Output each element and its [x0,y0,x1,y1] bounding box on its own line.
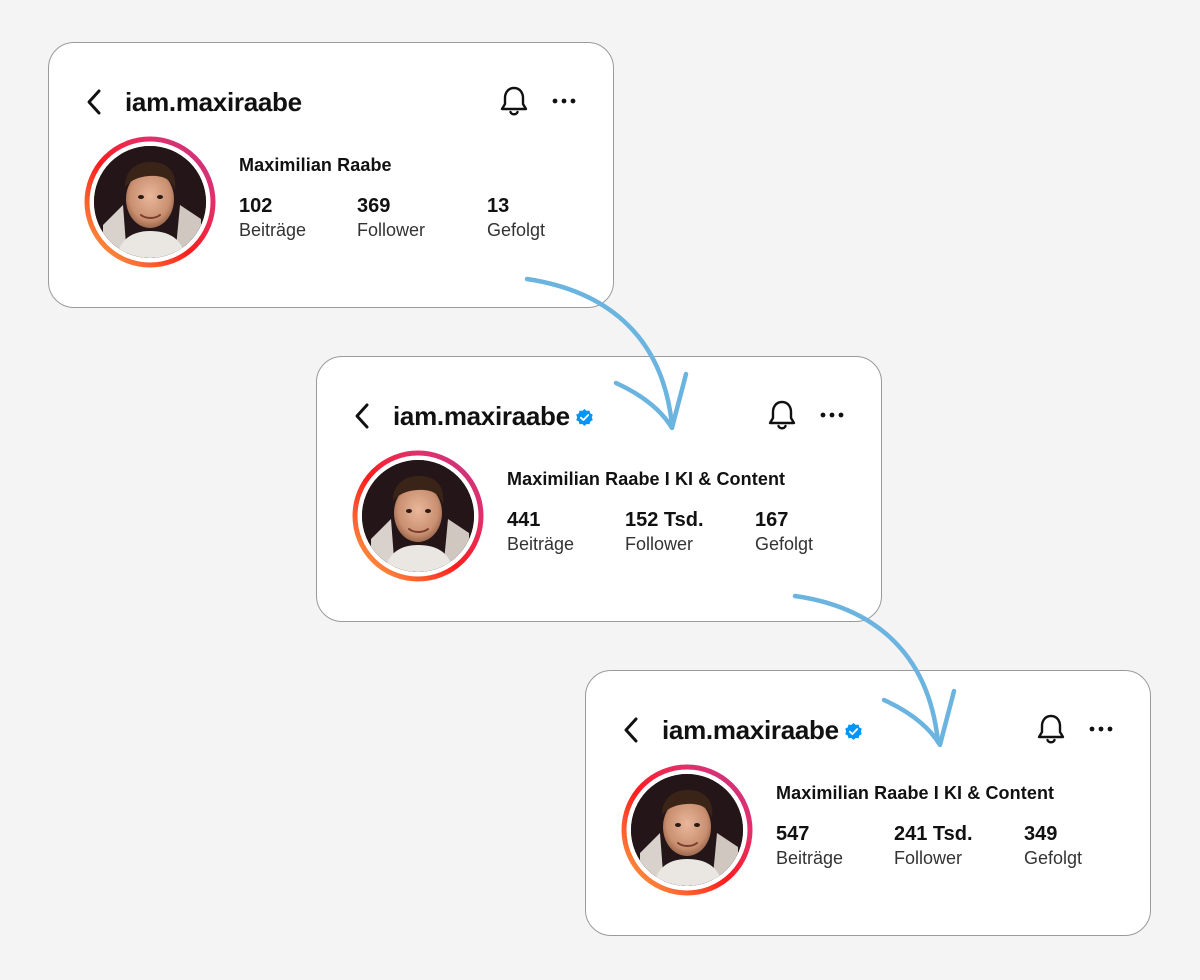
stat-posts-label: Beiträge [239,220,307,240]
stat-following[interactable]: 349 Gefolgt [1024,821,1082,869]
stat-posts-label: Beiträge [776,848,844,868]
stat-posts-value: 441 [507,509,541,531]
display-name: Maximilian Raabe I KI & Content [507,469,786,489]
stat-following[interactable]: 167 Gefolgt [755,507,813,555]
display-name: Maximilian Raabe [239,155,392,175]
stat-following-label: Gefolgt [487,220,546,240]
chevron-left-icon[interactable] [83,87,105,117]
stat-posts[interactable]: 547 Beiträge [776,821,843,869]
stat-followers-value: 152 Tsd. [625,509,704,531]
stat-followers-value: 369 [357,195,391,217]
avatar[interactable] [83,135,217,269]
bell-icon[interactable] [498,84,530,118]
stat-posts[interactable]: 102 Beiträge [239,193,306,241]
stat-following-value: 167 [755,509,789,531]
stat-posts-label: Beiträge [507,534,575,554]
stat-followers-label: Follower [625,534,694,554]
stat-following-value: 13 [487,195,510,217]
stat-followers[interactable]: 369 Follower [357,193,425,241]
stat-following[interactable]: 13 Gefolgt [487,193,545,241]
username-text: iam.maxiraabe [393,401,570,431]
profile-card-2: iam.maxiraabe Maximilian Raabe I KI & Co… [316,356,882,622]
avatar[interactable] [620,763,754,897]
stat-following-label: Gefolgt [1024,848,1083,868]
stat-posts[interactable]: 441 Beiträge [507,507,574,555]
username: iam.maxiraabe [393,399,594,433]
stat-followers-label: Follower [357,220,426,240]
stat-posts-value: 102 [239,195,273,217]
profile-card-3: iam.maxiraabe Maximilian Raabe I KI & Co… [585,670,1151,936]
stat-followers-label: Follower [894,848,963,868]
username-text: iam.maxiraabe [125,87,302,117]
more-horizontal-icon[interactable] [817,401,847,429]
verified-badge-icon [845,722,862,740]
stat-following-value: 349 [1024,823,1058,845]
more-horizontal-icon[interactable] [549,87,579,115]
stat-following-label: Gefolgt [755,534,814,554]
avatar[interactable] [351,449,485,583]
display-name: Maximilian Raabe I KI & Content [776,783,1055,803]
stat-followers[interactable]: 241 Tsd. Follower [894,821,973,869]
profile-card-1: iam.maxiraabe Maximilian Raabe 102 Beitr… [48,42,614,308]
stat-posts-value: 547 [776,823,810,845]
verified-badge-icon [576,408,593,426]
username-text: iam.maxiraabe [662,715,839,745]
username: iam.maxiraabe [125,85,302,119]
bell-icon[interactable] [1035,712,1067,746]
more-horizontal-icon[interactable] [1086,715,1116,743]
chevron-left-icon[interactable] [351,401,373,431]
username: iam.maxiraabe [662,713,863,747]
chevron-left-icon[interactable] [620,715,642,745]
stat-followers[interactable]: 152 Tsd. Follower [625,507,704,555]
bell-icon[interactable] [766,398,798,432]
stat-followers-value: 241 Tsd. [894,823,973,845]
